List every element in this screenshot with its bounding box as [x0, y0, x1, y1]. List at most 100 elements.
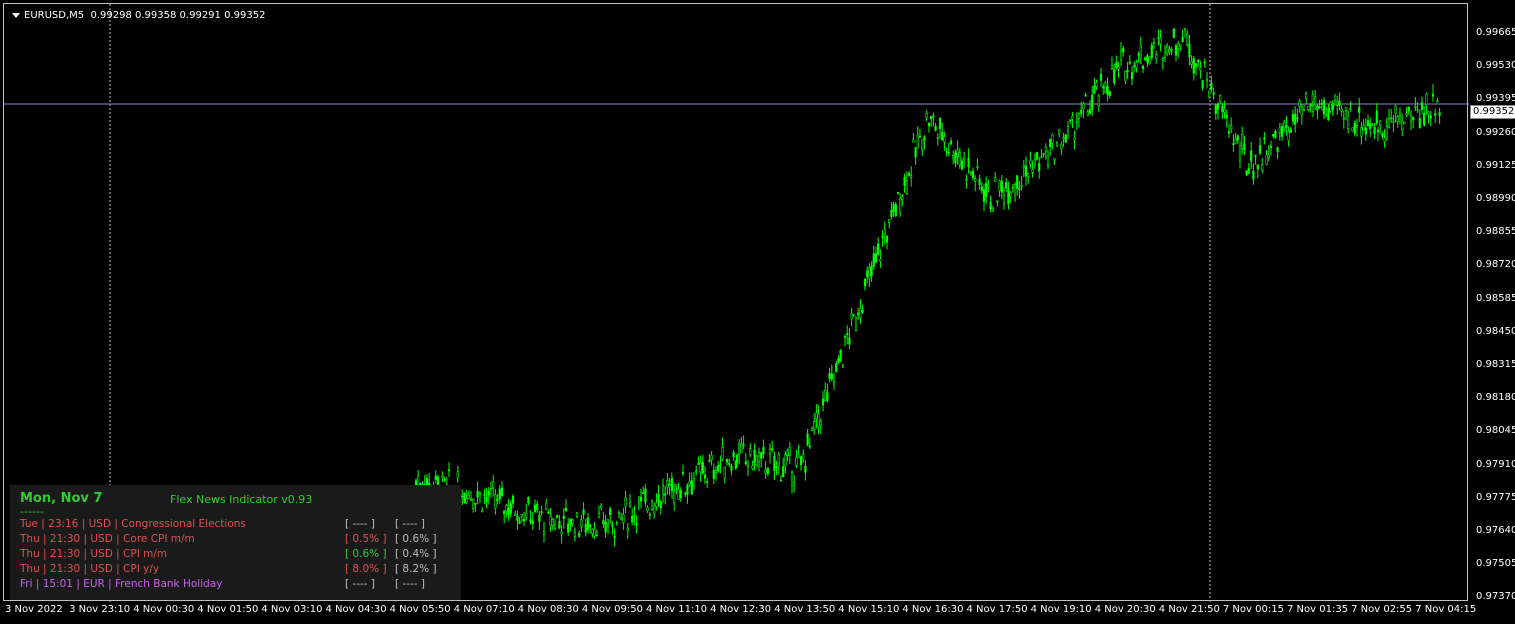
candle-body — [1396, 116, 1399, 122]
candle-body — [1309, 103, 1312, 107]
time-tick-label: 3 Nov 23:10 — [69, 604, 131, 615]
candle-body — [784, 454, 787, 467]
candle-body — [1420, 102, 1424, 110]
candle-body — [1124, 70, 1127, 82]
candle-body — [863, 279, 867, 287]
event-forecast: [ 0.5% ] — [345, 533, 387, 545]
candle-body — [881, 235, 884, 238]
candle-body — [1024, 165, 1028, 177]
candle-body — [644, 488, 647, 503]
price-tick-label: 0.97910 — [1476, 458, 1515, 470]
candle-body — [991, 207, 995, 212]
event-text: Tue | 23:16 | USD | Congressional Electi… — [20, 518, 246, 530]
candle-body — [985, 183, 988, 197]
candle-body — [1302, 109, 1306, 112]
candle-body — [974, 178, 977, 182]
candle-body — [1305, 92, 1308, 99]
candle-body — [821, 398, 825, 406]
candle-body — [1338, 100, 1341, 106]
candle-body — [1230, 125, 1233, 130]
candle-body — [1342, 117, 1345, 120]
candle-body — [1002, 195, 1006, 205]
candle-body — [1197, 59, 1200, 63]
candle-body — [536, 503, 539, 510]
news-event-row: Thu | 21:30 | USD | CPI y/y [ 8.0% ] [ 8.2… — [20, 563, 437, 575]
candle-body — [690, 480, 693, 495]
candle-body — [659, 501, 662, 509]
price-tick-label: 0.98045 — [1476, 425, 1515, 437]
candle-body — [725, 459, 729, 463]
candle-body — [492, 481, 495, 489]
candle-body — [1425, 93, 1428, 106]
candle-body — [1210, 82, 1213, 90]
candle-body — [1316, 105, 1319, 111]
candle-body — [673, 491, 676, 504]
candle-body — [677, 489, 680, 500]
candle-body — [617, 512, 621, 514]
candle-body — [684, 492, 687, 495]
time-tick-label: 7 Nov 04:15 — [1415, 604, 1477, 615]
candle-body — [637, 502, 640, 506]
candle-body — [885, 235, 889, 243]
candle-body — [708, 460, 711, 462]
candle-body — [941, 131, 944, 141]
candle-body — [527, 496, 530, 504]
candle-body — [1427, 111, 1430, 115]
panel-title: Flex News Indicator v0.93 — [170, 493, 313, 506]
candle-body — [1133, 65, 1136, 67]
candle-body — [1161, 58, 1164, 61]
candle-body — [799, 456, 803, 466]
candle-body — [533, 504, 537, 513]
candle-body — [666, 479, 669, 488]
candle-body — [1155, 54, 1158, 59]
candle-body — [877, 243, 880, 255]
candle-body — [1080, 110, 1083, 114]
candle-body — [1214, 104, 1217, 114]
candle-body — [861, 310, 864, 313]
candle-body — [777, 453, 780, 467]
candle-body — [1307, 106, 1310, 110]
candle-body — [1216, 103, 1220, 110]
candle-body — [562, 515, 565, 520]
candle-body — [1245, 170, 1248, 176]
candle-body — [1060, 144, 1063, 150]
candle-body — [1274, 130, 1277, 139]
candle-body — [1344, 107, 1348, 112]
candle-body — [586, 517, 590, 530]
candle-body — [692, 478, 696, 486]
candle-body — [1383, 137, 1386, 142]
price-tick-label: 0.99665 — [1476, 27, 1515, 38]
candle-body — [735, 454, 739, 464]
symbol-header[interactable]: EURUSD,M5 0.99298 0.99358 0.99291 0.9935… — [12, 10, 265, 21]
candle-body — [1434, 113, 1437, 116]
candle-body — [994, 177, 997, 182]
candle-body — [604, 522, 607, 533]
candle-body — [1285, 125, 1288, 128]
time-tick-label: 4 Nov 16:30 — [902, 604, 964, 615]
event-text: Thu | 21:30 | USD | CPI m/m — [20, 548, 168, 560]
dropdown-icon[interactable] — [12, 12, 20, 18]
candle-body — [606, 519, 609, 525]
candle-body — [1409, 115, 1413, 122]
candle-body — [593, 528, 596, 537]
candle-body — [1351, 127, 1354, 132]
candle-body — [982, 189, 986, 202]
candle-body — [1429, 115, 1432, 119]
candle-body — [1250, 150, 1253, 162]
candle-body — [1232, 143, 1235, 146]
candle-body — [1327, 107, 1330, 121]
candle-body — [872, 253, 875, 267]
candle-body — [540, 511, 543, 514]
candle-body — [1362, 124, 1365, 131]
candle-body — [1212, 92, 1215, 95]
candle-body — [1097, 95, 1100, 106]
candle-body — [1276, 147, 1279, 153]
candle-body — [837, 358, 840, 363]
price-tick-label: 0.97370 — [1476, 591, 1515, 603]
time-tick-label: 4 Nov 09:50 — [581, 604, 643, 615]
candle-body — [1414, 106, 1417, 108]
candle-body — [1106, 86, 1109, 96]
candle-body — [1241, 134, 1244, 149]
candle-body — [520, 514, 523, 517]
candle-body — [958, 152, 961, 166]
